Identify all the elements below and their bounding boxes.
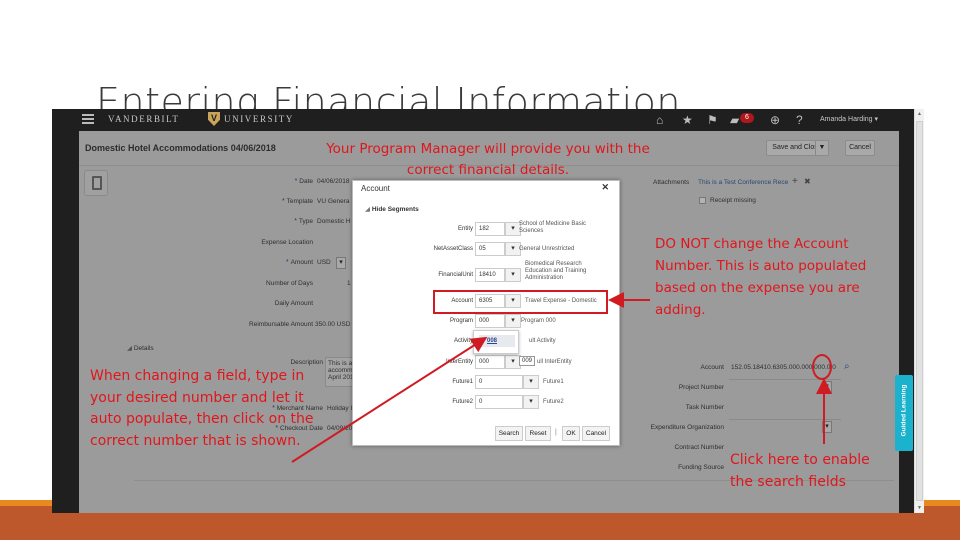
future2-label: Future2 [452, 399, 473, 405]
activity-description: ult Activity [529, 338, 556, 344]
notifications-icon[interactable]: ▰ [730, 113, 739, 127]
netassetclass-label: NetAssetClass [433, 246, 473, 252]
dialog-cancel-button[interactable]: Cancel [582, 426, 610, 441]
number-of-days-label: Number of Days [266, 280, 313, 287]
accessibility-icon[interactable]: ⊕ [770, 113, 780, 127]
daily-amount-label: Daily Amount [274, 300, 313, 307]
notification-count-badge: 6 [740, 113, 754, 123]
amount-label: * Amount [285, 259, 313, 266]
scroll-thumb[interactable] [916, 121, 923, 501]
page-title: Domestic Hotel Accommodations 04/06/2018 [85, 143, 276, 153]
merchant-name-field[interactable]: Holiday I [327, 405, 355, 412]
expense-location-label: Expense Location [261, 239, 313, 246]
future1-description: Future1 [543, 379, 564, 385]
search-icon-highlight-circle [812, 354, 832, 380]
attachments-label: Attachments [653, 179, 690, 186]
hide-segments-toggle[interactable]: ◢ Hide Segments [365, 205, 419, 213]
task-number-label: Task Number [685, 404, 724, 411]
account-search-icon[interactable]: ⌕ [844, 361, 850, 372]
activity-label: Activity [453, 338, 473, 344]
help-icon[interactable]: ? [796, 113, 803, 127]
vertical-scrollbar[interactable]: ▲ ▼ [914, 109, 924, 513]
do-not-change-note: DO NOT change the Account Number. This i… [655, 236, 867, 318]
program-description: Program 000 [521, 318, 556, 324]
scroll-up-icon[interactable]: ▲ [917, 111, 922, 117]
contract-number-label: Contract Number [674, 444, 725, 451]
cancel-button[interactable]: Cancel [845, 140, 875, 156]
financialunit-dropdown[interactable]: ▾ [505, 268, 521, 282]
program-input[interactable]: 000 [475, 314, 505, 328]
save-menu-dropdown[interactable]: ▼ [815, 140, 829, 156]
remove-attachment-icon[interactable]: ✖ [804, 177, 811, 186]
type-label: * Type [294, 218, 313, 225]
entity-description: School of Medicine Basic Sciences [519, 221, 587, 234]
project-number-dropdown[interactable]: ▾ [822, 381, 832, 393]
account-highlight-box [433, 290, 608, 314]
value-tooltip: 009 [519, 356, 535, 366]
future2-input[interactable]: 0 [475, 395, 523, 409]
type-field[interactable]: Domestic H [317, 218, 353, 225]
close-icon[interactable]: ✕ [601, 182, 609, 193]
expenditure-organization-label: Expenditure Organization [650, 424, 724, 431]
search-button[interactable]: Search [495, 426, 523, 441]
top-navigation-bar: VANDERBILT V UNIVERSITY ⌂ ★ ⚑ ▰ 6 ⊕ ? Am… [52, 109, 914, 131]
ok-button[interactable]: OK [562, 426, 580, 441]
button-separator: | [555, 429, 557, 436]
autocomplete-popup: 008 [473, 330, 519, 354]
reimbursable-amount-label: Reimbursable Amount [249, 321, 313, 328]
add-attachment-icon[interactable]: + [792, 176, 798, 187]
funding-source-label: Funding Source [678, 464, 724, 471]
future1-label: Future1 [452, 379, 473, 385]
future2-dropdown[interactable]: ▾ [523, 395, 539, 409]
brand-name-right: UNIVERSITY [224, 114, 294, 124]
changing-field-note: When changing a field, type in your desi… [90, 368, 314, 449]
currency-dropdown-button[interactable]: ▾ [336, 257, 346, 269]
dialog-title: Account [361, 184, 390, 193]
future1-input[interactable]: 0 [475, 375, 523, 389]
menu-icon[interactable] [82, 114, 94, 124]
details-toggle[interactable]: ◢ Details [127, 344, 154, 352]
entity-label: Entity [457, 226, 473, 232]
interentity-input[interactable]: 000 [475, 355, 505, 369]
date-label: * Date [294, 178, 313, 185]
scroll-down-icon[interactable]: ▼ [917, 505, 922, 511]
description-label: Description [290, 359, 323, 366]
user-menu[interactable]: Amanda Harding ▾ [820, 115, 878, 123]
account-label: Account [700, 364, 725, 371]
receipt-missing-label: Receipt missing [710, 197, 756, 204]
receipt-missing-checkbox[interactable] [699, 197, 706, 204]
interentity-label: InterEntity [445, 359, 473, 365]
autocomplete-option[interactable]: 008 [479, 335, 515, 347]
netassetclass-description: General Unrestricted [519, 246, 575, 252]
reimbursable-amount-value: 350.00 USD [315, 321, 351, 328]
template-field[interactable]: VU Genera [317, 198, 353, 205]
program-label: Program [449, 318, 473, 324]
project-number-label: Project Number [678, 384, 724, 391]
checkout-date-field[interactable]: 04/09/20 [327, 425, 355, 432]
currency-field[interactable]: USD [317, 259, 335, 266]
brand-name-left: VANDERBILT [108, 114, 180, 124]
future2-description: Future2 [543, 399, 564, 405]
vanderbilt-logo-icon: V [208, 112, 220, 126]
guided-learning-tab[interactable]: Guided Learning [895, 375, 913, 451]
interentity-description: ull InterEntity [537, 359, 572, 365]
document-icon [92, 176, 102, 190]
flag-icon[interactable]: ⚑ [707, 113, 718, 127]
home-icon[interactable]: ⌂ [656, 113, 663, 127]
click-here-note: Click here to enable the search fields [730, 452, 870, 490]
attachment-link[interactable]: This is a Test Conference Rece [698, 179, 790, 186]
favorites-star-icon[interactable]: ★ [682, 113, 693, 127]
financialunit-description: Biomedical Research Education and Traini… [525, 261, 587, 281]
template-label: * Template [281, 198, 313, 205]
program-manager-note: Your Program Manager will provide you wi… [326, 141, 650, 178]
financialunit-input[interactable]: 18410 [475, 268, 505, 282]
reset-button[interactable]: Reset [525, 426, 551, 441]
entity-input[interactable]: 182 [475, 222, 505, 236]
future1-dropdown[interactable]: ▾ [523, 375, 539, 389]
expenditure-organization-dropdown[interactable]: ▾ [822, 421, 832, 433]
netassetclass-input[interactable]: 05 [475, 242, 505, 256]
document-button[interactable] [84, 170, 108, 196]
financialunit-label: FinancialUnit [438, 272, 473, 278]
program-dropdown[interactable]: ▾ [505, 314, 521, 328]
